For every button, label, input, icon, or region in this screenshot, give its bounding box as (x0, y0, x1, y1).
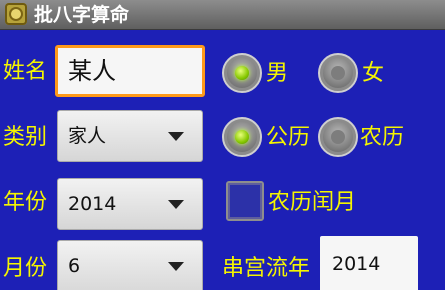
gender-male-label[interactable]: 男 (266, 60, 288, 88)
leap-month-label[interactable]: 农历闰月 (268, 189, 356, 217)
type-spinner[interactable]: 家人 (57, 110, 203, 162)
month-spinner-value: 6 (68, 255, 81, 277)
flow-year-input[interactable]: 2014 (320, 236, 418, 290)
flow-year-label: 串宫流年 (222, 256, 311, 281)
gender-female-label[interactable]: 女 (362, 60, 384, 88)
month-spinner[interactable]: 6 (57, 240, 203, 290)
dropdown-arrow-icon (168, 132, 184, 141)
name-input[interactable]: 某人 (55, 45, 205, 97)
radio-checked-indicator (235, 66, 249, 80)
dropdown-arrow-icon (168, 200, 184, 209)
type-label: 类别 (3, 125, 48, 150)
radio-unchecked-indicator (331, 66, 345, 80)
calendar-solar-radio[interactable] (222, 117, 262, 157)
radio-checked-indicator (235, 130, 249, 144)
dropdown-arrow-icon (168, 262, 184, 271)
app-title: 批八字算命 (34, 4, 130, 26)
name-label: 姓名 (3, 59, 48, 84)
year-spinner[interactable]: 2014 (57, 178, 203, 230)
title-bar: 批八字算命 (0, 0, 445, 30)
gender-male-radio[interactable] (222, 53, 262, 93)
leap-month-checkbox[interactable] (226, 181, 264, 221)
year-label: 年份 (3, 190, 48, 215)
calendar-solar-label[interactable]: 公历 (266, 124, 310, 152)
calendar-lunar-radio[interactable] (318, 117, 358, 157)
year-spinner-value: 2014 (68, 193, 117, 215)
month-label: 月份 (3, 256, 48, 281)
app-icon (5, 3, 27, 25)
type-spinner-value: 家人 (68, 125, 107, 147)
calendar-lunar-label[interactable]: 农历 (360, 124, 404, 152)
radio-unchecked-indicator (331, 130, 345, 144)
app-window: 批八字算命 姓名 某人 男 女 类别 家人 公历 农历 年份 2014 农历闰月… (0, 0, 445, 290)
gender-female-radio[interactable] (318, 53, 358, 93)
